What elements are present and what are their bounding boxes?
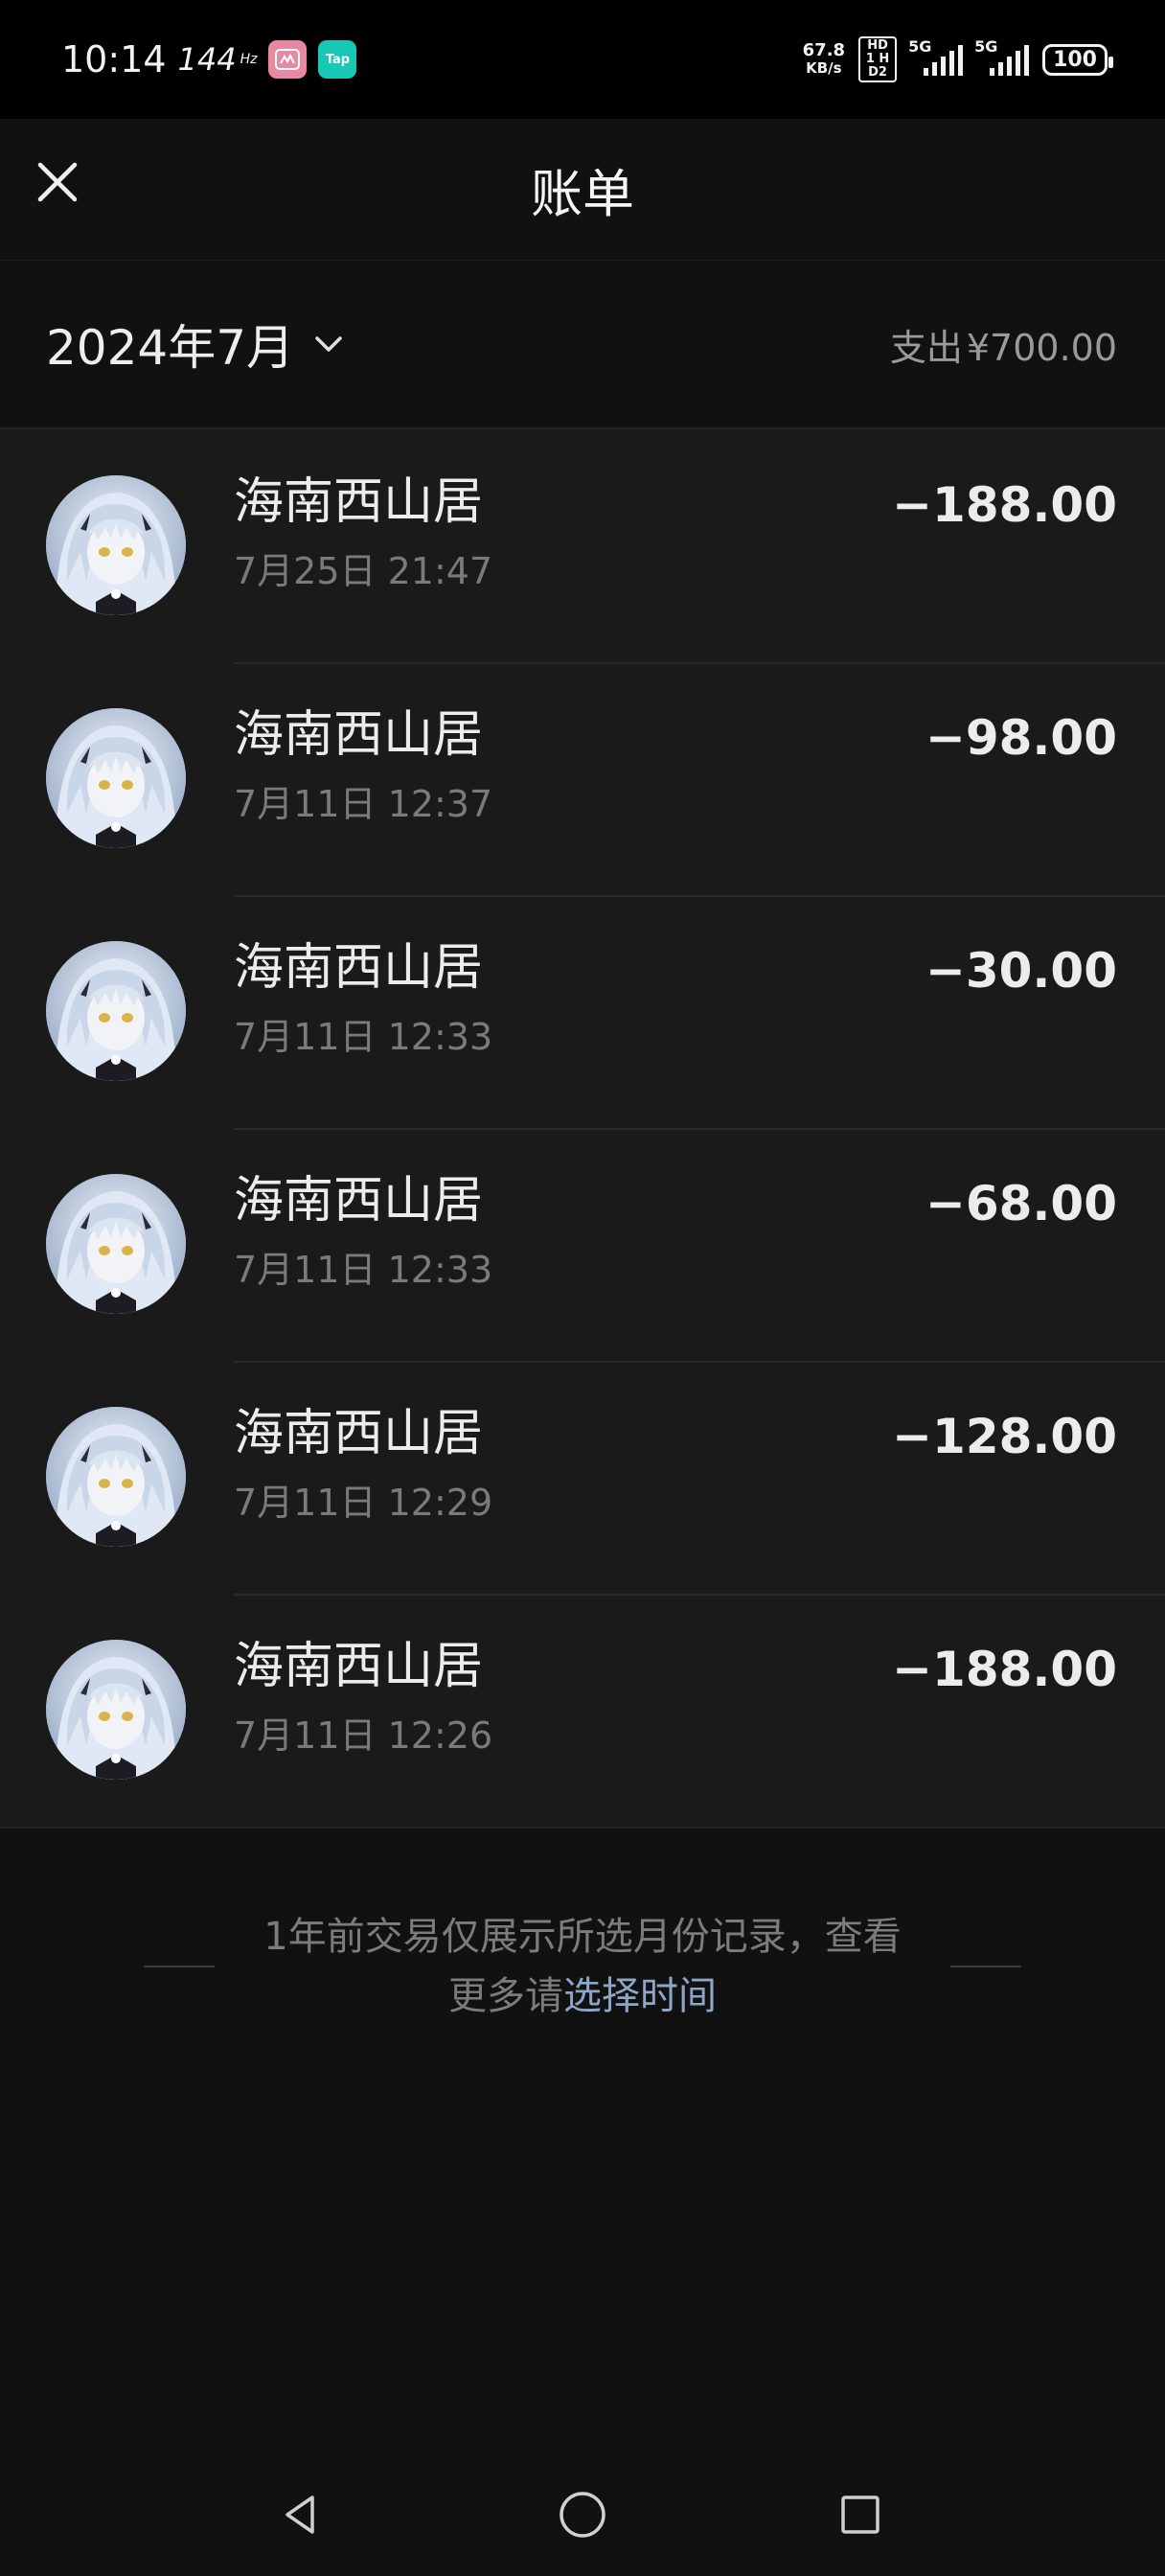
transaction-row[interactable]: 海南西山居 7月11日 12:33 −30.00 xyxy=(0,895,1165,1128)
merchant-avatar xyxy=(46,475,186,615)
transaction-list: 海南西山居 7月25日 21:47 −188.00 海南西山居 7月11日 12… xyxy=(0,429,1165,1828)
expense-total: 支出 ¥700.00 xyxy=(890,318,1117,371)
bill-screen: 10:14 144 Hz Tap 67.8 KB/s HD1 HD2 5G 5G… xyxy=(0,0,1165,2576)
transaction-time: 7月11日 12:33 xyxy=(234,1249,493,1291)
transaction-time: 7月25日 21:47 xyxy=(234,550,493,592)
merchant-avatar xyxy=(46,941,186,1081)
transaction-amount: −188.00 xyxy=(892,1642,1117,1697)
status-bar: 10:14 144 Hz Tap 67.8 KB/s HD1 HD2 5G 5G… xyxy=(0,0,1165,119)
merchant-name: 海南西山居 xyxy=(234,473,484,531)
transaction-amount: −98.00 xyxy=(925,710,1117,766)
transaction-time: 7月11日 12:29 xyxy=(234,1482,493,1524)
merchant-name: 海南西山居 xyxy=(234,1405,484,1462)
note-text: 1年前交易仅展示所选月份记录，查看更多请选择时间 xyxy=(263,1915,902,2018)
transaction-time: 7月11日 12:33 xyxy=(234,1016,493,1058)
history-note: 1年前交易仅展示所选月份记录，查看更多请选择时间 xyxy=(0,1907,1165,2026)
transaction-time: 7月11日 12:26 xyxy=(234,1714,493,1757)
recents-square-icon[interactable] xyxy=(830,2484,891,2545)
month-label: 2024年7月 xyxy=(46,320,295,376)
merchant-avatar xyxy=(46,1640,186,1780)
chevron-down-icon xyxy=(315,336,342,352)
merchant-avatar xyxy=(46,1407,186,1547)
merchant-name: 海南西山居 xyxy=(234,1638,484,1695)
signal-sim1-icon: 5G xyxy=(908,37,964,76)
transaction-row[interactable]: 海南西山居 7月11日 12:29 −128.00 xyxy=(0,1361,1165,1594)
refresh-unit: Hz xyxy=(240,52,258,67)
divider-left xyxy=(144,1966,215,1967)
merchant-name: 海南西山居 xyxy=(234,939,484,997)
pink-app-icon xyxy=(268,40,308,79)
merchant-name: 海南西山居 xyxy=(234,706,484,764)
signal-sim2-icon: 5G xyxy=(974,37,1030,76)
tap-app-icon: Tap xyxy=(318,40,357,79)
home-circle-icon[interactable] xyxy=(552,2484,613,2545)
transaction-amount: −68.00 xyxy=(925,1176,1117,1231)
battery-icon: 100 xyxy=(1042,43,1113,76)
refresh-rate: 144 xyxy=(177,41,237,78)
close-icon[interactable] xyxy=(27,151,88,213)
network-speed: 67.8 KB/s xyxy=(802,40,846,78)
month-selector[interactable]: 2024年7月 xyxy=(46,310,348,379)
transaction-amount: −128.00 xyxy=(892,1409,1117,1464)
expense-label: 支出 xyxy=(889,326,963,369)
merchant-avatar xyxy=(46,1174,186,1314)
transaction-row[interactable]: 海南西山居 7月11日 12:26 −188.00 xyxy=(0,1594,1165,1827)
transaction-time: 7月11日 12:37 xyxy=(234,783,493,825)
select-time-link[interactable]: 选择时间 xyxy=(563,1974,717,2018)
divider-right xyxy=(950,1966,1021,1967)
clock: 10:14 xyxy=(61,38,167,80)
back-triangle-icon[interactable] xyxy=(270,2484,331,2545)
transaction-amount: −188.00 xyxy=(892,477,1117,533)
expense-amount: ¥700.00 xyxy=(966,326,1117,369)
merchant-avatar xyxy=(46,708,186,848)
merchant-name: 海南西山居 xyxy=(234,1172,484,1230)
transaction-row[interactable]: 海南西山居 7月11日 12:37 −98.00 xyxy=(0,662,1165,895)
top-bar: 账单 xyxy=(0,119,1165,261)
month-summary-bar: 2024年7月 支出 ¥700.00 xyxy=(0,261,1165,429)
page-title: 账单 xyxy=(531,164,634,224)
hd-voice-icon: HD1 HD2 xyxy=(858,36,898,82)
transaction-row[interactable]: 海南西山居 7月25日 21:47 −188.00 xyxy=(0,429,1165,662)
system-nav-bar xyxy=(0,2453,1165,2576)
transaction-amount: −30.00 xyxy=(925,943,1117,999)
transaction-row[interactable]: 海南西山居 7月11日 12:33 −68.00 xyxy=(0,1128,1165,1361)
